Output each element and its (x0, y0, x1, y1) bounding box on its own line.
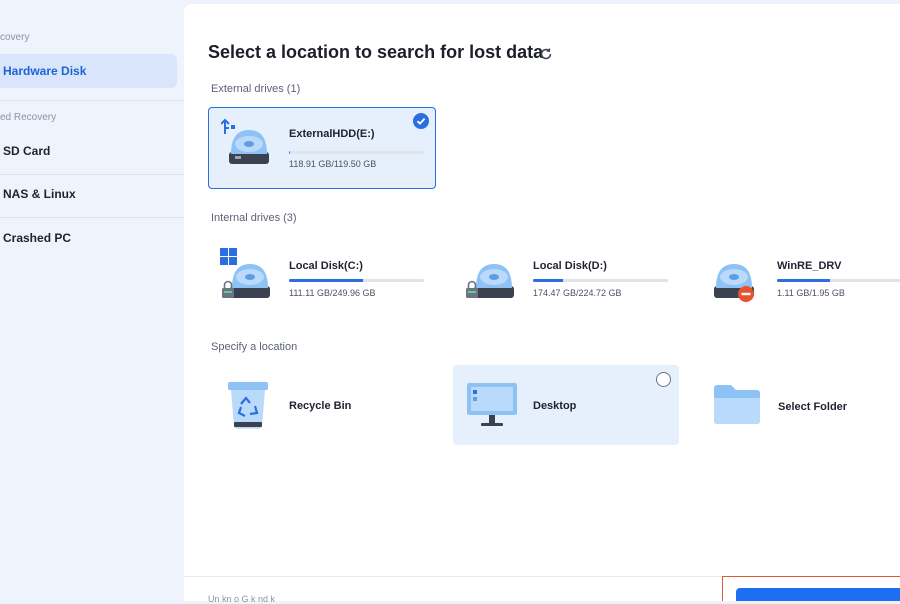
drive-card-c[interactable]: Local Disk(C:) 111.11 GB/249.96 GB (208, 238, 436, 314)
usage-bar (289, 151, 424, 154)
select-radio[interactable] (656, 372, 671, 387)
system-disk-icon (220, 248, 270, 298)
main-panel: Select a location to search for lost dat… (184, 4, 900, 601)
specify-location-label: Specify a location (211, 341, 298, 353)
checkmark-icon (413, 113, 429, 129)
drive-size: 174.47 GB/224.72 GB (533, 288, 622, 298)
drive-card-external-e[interactable]: ExternalHDD(E:) 118.91 GB/119.50 GB (208, 107, 436, 189)
usage-bar (777, 279, 900, 282)
usage-bar (289, 279, 424, 282)
usage-bar-fill (533, 279, 563, 282)
sidebar-item-label: Crashed PC (3, 231, 72, 245)
sidebar-item-hardware-disk[interactable]: Hardware Disk (0, 54, 177, 88)
sidebar-item-crashed-pc[interactable]: Crashed PC (0, 221, 177, 255)
sidebar-divider (0, 217, 184, 218)
drive-name: Local Disk(C:) (289, 260, 363, 272)
drive-size: 111.11 GB/249.96 GB (289, 288, 376, 298)
sidebar: covery Hardware Disk ed Recovery SD Card… (0, 0, 184, 601)
sidebar-item-label: Hardware Disk (3, 64, 87, 78)
scan-button[interactable] (736, 588, 900, 601)
sidebar-group-label: ed Recovery (0, 112, 57, 123)
external-drives-label: External drives (1) (211, 83, 301, 95)
drive-name: ExternalHDD(E:) (289, 128, 375, 140)
sidebar-item-label: NAS & Linux (3, 187, 76, 201)
page-title: Select a location to search for lost dat… (208, 42, 544, 62)
internal-drives-label: Internal drives (3) (211, 212, 297, 224)
external-hdd-icon (221, 118, 269, 164)
drive-card-d[interactable]: Local Disk(D:) 174.47 GB/224.72 GB (452, 238, 680, 314)
sidebar-divider (0, 100, 184, 101)
location-name: Desktop (533, 400, 577, 412)
footer-text: Un kn o G k nd k (208, 594, 276, 604)
sidebar-divider (0, 174, 184, 175)
location-card-desktop[interactable]: Desktop (453, 365, 679, 445)
location-name: Recycle Bin (289, 400, 352, 412)
location-card-select-folder[interactable]: Select Folder (696, 366, 900, 446)
sidebar-item-sd-card[interactable]: SD Card (0, 134, 177, 168)
location-card-recycle-bin[interactable]: Recycle Bin (208, 366, 436, 446)
desktop-monitor-icon (467, 383, 517, 426)
drive-size: 118.91 GB/119.50 GB (289, 159, 377, 169)
recovery-disk-icon (714, 264, 754, 302)
locked-disk-icon (466, 264, 514, 298)
refresh-icon[interactable] (538, 46, 554, 62)
drive-name: WinRE_DRV (777, 260, 842, 272)
sidebar-item-nas-linux[interactable]: NAS & Linux (0, 177, 177, 211)
usage-bar-fill (289, 151, 290, 154)
drive-size: 1.11 GB/1.95 GB (777, 288, 845, 298)
sidebar-group-label: covery (0, 32, 30, 43)
folder-icon (714, 385, 760, 424)
recycle-bin-icon (228, 382, 268, 429)
drive-card-winre[interactable]: WinRE_DRV 1.11 GB/1.95 GB (696, 238, 900, 314)
usage-bar-fill (777, 279, 830, 282)
usage-bar-fill (289, 279, 364, 282)
location-name: Select Folder (778, 401, 848, 413)
sidebar-item-label: SD Card (3, 144, 51, 158)
usage-bar (533, 279, 668, 282)
drive-name: Local Disk(D:) (533, 260, 607, 272)
